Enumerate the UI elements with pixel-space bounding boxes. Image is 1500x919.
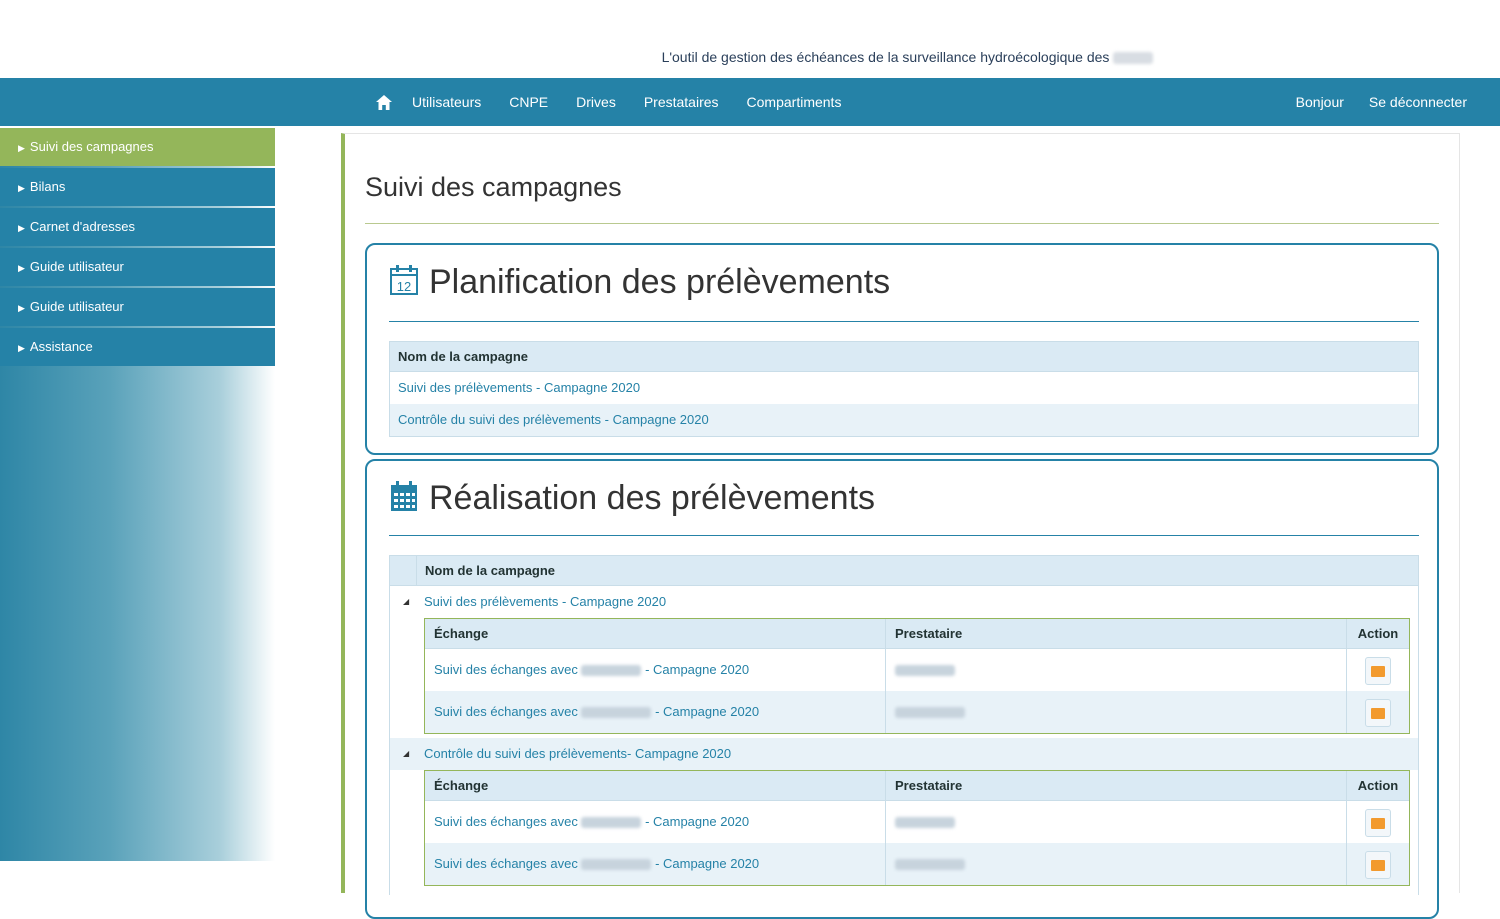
realisation-title: Réalisation des prélèvements [429,479,876,517]
redacted-text [895,707,965,719]
caret-right-icon: ▶ [18,223,25,233]
planning-panel: 12 Planification des prélèvements Nom de… [365,243,1439,455]
planning-grid: Nom de la campagne Suivi des prélèvement… [389,341,1419,437]
calendar-12-icon: 12 [389,264,419,301]
redacted-text [1113,52,1154,65]
group-row[interactable]: ◢ Contrôle du suivi des prélèvements- Ca… [390,738,1418,770]
nav-providers[interactable]: Prestataires [644,94,719,110]
nav-compartments[interactable]: Compartiments [747,94,842,110]
sidebar-item-user-guide-2[interactable]: ▶ Guide utilisateur [0,288,275,326]
sidebar-item-assistance[interactable]: ▶ Assistance [0,328,275,366]
table-row: Suivi des échanges avec - Campagne 2020 [425,801,1409,843]
action-header: Action [1357,778,1399,793]
redacted-text [581,859,652,871]
sidebar-item-address-book[interactable]: ▶ Carnet d'adresses [0,208,275,246]
column-header: Nom de la campagne [390,556,1418,586]
caret-right-icon: ▶ [18,263,25,273]
exchange-link[interactable]: Suivi des échanges avec - Campagne 2020 [425,801,886,843]
provider-cell [886,691,1347,733]
provider-cell [886,649,1347,691]
caret-right-icon: ▶ [18,143,25,153]
redacted-text [581,665,642,677]
nav-cnpe[interactable]: CNPE [509,94,548,110]
send-mail-button[interactable] [1365,808,1391,837]
svg-text:12: 12 [397,279,411,294]
envelope-icon [1371,859,1385,871]
exchange-table: Échange Prestataire Action Suivi des éch… [424,770,1410,886]
action-header: Action [1357,626,1399,641]
divider [365,223,1439,224]
collapse-icon[interactable]: ◢ [403,586,409,618]
envelope-icon [1371,665,1385,677]
campaign-link[interactable]: Contrôle du suivi des prélèvements - Cam… [390,404,1418,436]
sidebar-item-user-guide[interactable]: ▶ Guide utilisateur [0,248,275,286]
caret-right-icon: ▶ [18,343,25,353]
sidebar-item-reports[interactable]: ▶ Bilans [0,168,275,206]
page-title: Suivi des campagnes [365,172,622,202]
redacted-text [581,707,652,719]
header-tagline: L'outil de gestion des échéances de la s… [0,49,1500,65]
redacted-text [895,817,955,829]
table-row: Suivi des échanges avec - Campagne 2020 [425,843,1409,885]
calendar-icon [389,480,419,517]
realisation-grid: Nom de la campagne ◢ Suivi des prélèveme… [389,555,1419,895]
column-header: Nom de la campagne [390,342,1418,372]
envelope-icon [1371,817,1385,829]
divider [389,535,1419,536]
top-navbar: Utilisateurs CNPE Drives Prestataires Co… [0,78,1500,126]
exchange-link[interactable]: Suivi des échanges avec - Campagne 2020 [425,843,886,885]
redacted-text [895,859,965,871]
nav-users[interactable]: Utilisateurs [412,94,481,110]
nav-greeting[interactable]: Bonjour [1296,94,1344,110]
send-mail-button[interactable] [1365,850,1391,879]
collapse-icon[interactable]: ◢ [403,738,409,770]
divider [389,321,1419,322]
logout-link[interactable]: Se déconnecter [1369,94,1467,110]
exchange-link[interactable]: Suivi des échanges avec - Campagne 2020 [425,649,886,691]
campaign-link[interactable]: Suivi des prélèvements - Campagne 2020 [390,372,1418,404]
provider-header: Prestataire [886,771,1347,800]
redacted-text [895,665,955,677]
exchange-link[interactable]: Suivi des échanges avec - Campagne 2020 [425,691,886,733]
send-mail-button[interactable] [1365,656,1391,685]
provider-header: Prestataire [886,619,1347,648]
exchange-header: Échange [425,619,886,648]
table-row: Suivi des échanges avec - Campagne 2020 [425,691,1409,733]
table-row: Suivi des échanges avec - Campagne 2020 [425,649,1409,691]
caret-right-icon: ▶ [18,183,25,193]
planning-title: Planification des prélèvements [429,263,891,301]
group-row[interactable]: ◢ Suivi des prélèvements - Campagne 2020 [390,586,1418,618]
sidebar-item-campaigns[interactable]: ▶ Suivi des campagnes [0,128,275,166]
realisation-panel: Réalisation des prélèvements Nom de la c… [365,459,1439,919]
nav-drives[interactable]: Drives [576,94,616,110]
envelope-icon [1371,707,1385,719]
main-content: Suivi des campagnes 12 Planification des… [341,133,1460,919]
home-icon[interactable] [376,94,392,110]
redacted-text [581,817,642,829]
caret-right-icon: ▶ [18,303,25,313]
exchange-table: Échange Prestataire Action Suivi des éch… [424,618,1410,734]
provider-cell [886,843,1347,885]
provider-cell [886,801,1347,843]
send-mail-button[interactable] [1365,698,1391,727]
exchange-header: Échange [425,771,886,800]
sidebar: ▶ Suivi des campagnes ▶ Bilans ▶ Carnet d'a… [0,128,275,861]
